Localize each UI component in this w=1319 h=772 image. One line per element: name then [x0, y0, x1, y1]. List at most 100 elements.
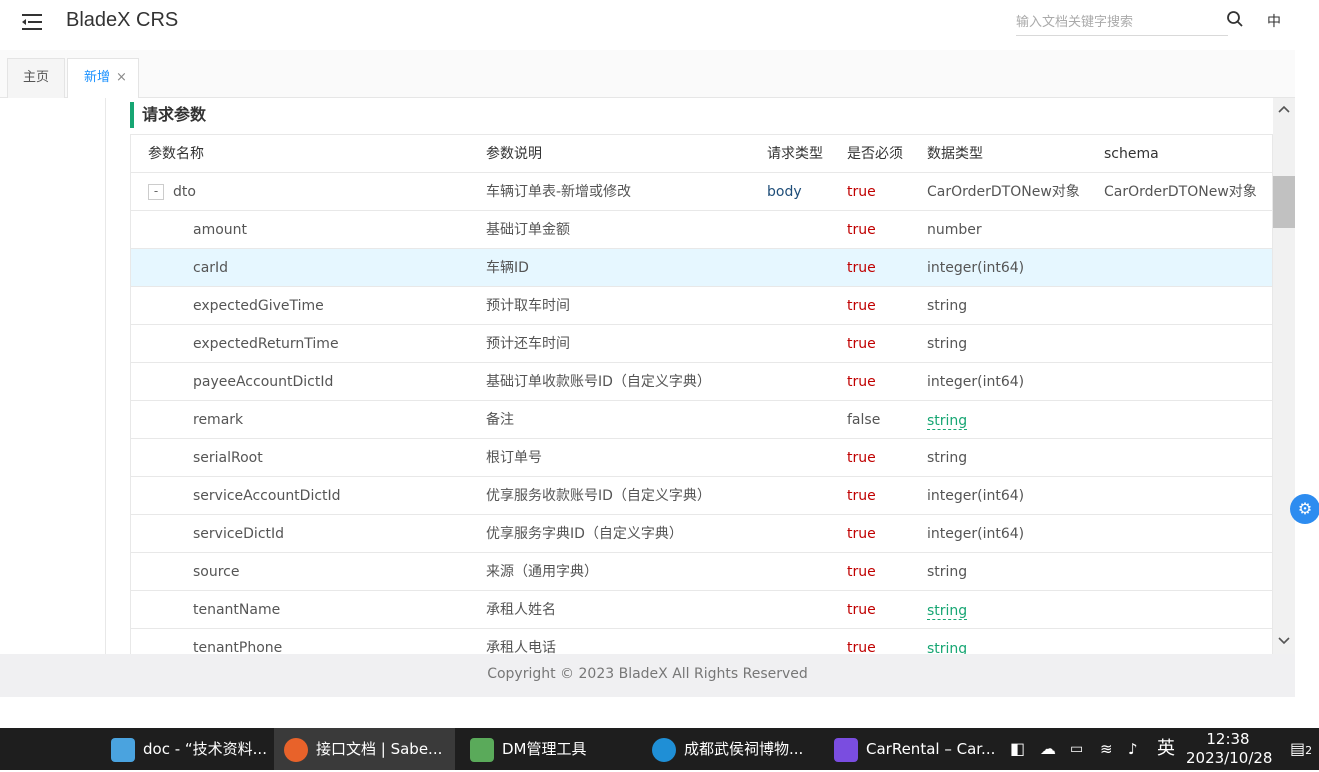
- edge-icon: [652, 737, 676, 762]
- param-name: tenantName: [193, 602, 281, 618]
- footer: Copyright © 2023 BladeX All Rights Reser…: [0, 654, 1295, 697]
- param-name: source: [193, 564, 240, 580]
- scroll-down-icon[interactable]: [1278, 636, 1290, 646]
- system-clock[interactable]: 12:38 2023/10/28: [1186, 730, 1273, 768]
- param-type: integer(int64): [927, 488, 1025, 504]
- param-schema[interactable]: CarOrderDTONew对象: [1104, 173, 1257, 211]
- col-desc-header: 参数说明: [486, 146, 542, 162]
- param-name: carId: [193, 260, 229, 276]
- app-title: BladeX CRS: [66, 9, 179, 31]
- copyright-text: Copyright © 2023 BladeX All Rights Reser…: [487, 666, 808, 682]
- param-name: remark: [193, 412, 244, 428]
- notification-icon[interactable]: ▤2: [1290, 728, 1312, 770]
- table-row: amount 基础订单金额 true number: [131, 211, 1272, 249]
- search-icon[interactable]: [1226, 10, 1244, 28]
- param-desc: 承租人电话: [486, 640, 556, 654]
- top-header: BladeX CRS 中: [0, 0, 1295, 50]
- doc-content: 请求参数 参数名称 参数说明 请求类型 是否必须 数据类型 schema - d…: [107, 98, 1273, 654]
- folder-icon: [111, 737, 135, 762]
- windows-taskbar: doc - “技术资料... 接口文档 | Sabe... DM管理工具 成都武…: [0, 728, 1319, 770]
- param-desc: 优享服务字典ID（自定义字典）: [486, 526, 683, 542]
- param-desc: 预计取车时间: [486, 298, 570, 314]
- volume-icon[interactable]: ♪: [1128, 728, 1138, 770]
- task-label: 接口文档 | Sabe...: [316, 740, 443, 758]
- param-required: true: [847, 374, 876, 390]
- taskbar-item-idea[interactable]: CarRental – Car...: [826, 728, 998, 770]
- intellij-icon: [834, 737, 858, 762]
- right-edge: [1295, 0, 1319, 728]
- taskbar-item-firefox[interactable]: 接口文档 | Sabe...: [274, 728, 455, 770]
- table-row: carId 车辆ID true integer(int64): [131, 249, 1272, 287]
- tab-close-icon[interactable]: ×: [116, 59, 127, 97]
- task-label: doc - “技术资料...: [143, 740, 267, 758]
- tab-new[interactable]: 新增 ×: [67, 58, 139, 99]
- param-name: amount: [193, 222, 248, 238]
- param-type: string: [927, 450, 968, 466]
- battery-icon[interactable]: ▭: [1070, 728, 1083, 770]
- vertical-scrollbar[interactable]: [1273, 98, 1295, 654]
- scrollbar-thumb[interactable]: [1273, 176, 1295, 228]
- table-row: serialRoot 根订单号 true string: [131, 439, 1272, 477]
- section-title: 请求参数: [130, 102, 206, 128]
- param-name: serviceDictId: [193, 526, 285, 542]
- param-type: integer(int64): [927, 526, 1025, 542]
- param-type: number: [927, 222, 982, 238]
- ime-indicator[interactable]: 英: [1157, 728, 1175, 770]
- param-required: true: [847, 222, 876, 238]
- language-switch[interactable]: 中: [1267, 11, 1281, 31]
- col-type-header: 数据类型: [927, 146, 983, 162]
- param-name: tenantPhone: [193, 640, 283, 654]
- collapse-toggle[interactable]: -: [148, 184, 164, 200]
- notification-count: 2: [1305, 744, 1313, 757]
- param-desc: 车辆ID: [486, 260, 529, 276]
- param-type[interactable]: string: [927, 603, 968, 620]
- param-type: integer(int64): [927, 374, 1025, 390]
- taskbar-item-doc[interactable]: doc - “技术资料...: [103, 728, 271, 770]
- param-required: true: [847, 488, 876, 504]
- settings-gear-icon[interactable]: ⚙: [1290, 494, 1319, 524]
- param-desc: 根订单号: [486, 450, 542, 466]
- table-row: remark 备注 false string: [131, 401, 1272, 439]
- param-required: true: [847, 336, 876, 352]
- table-row: source 来源（通用字典） true string: [131, 553, 1272, 591]
- task-label: 成都武侯祠博物...: [684, 740, 804, 758]
- tray-app-icon[interactable]: ◧: [1010, 728, 1025, 770]
- param-desc: 预计还车时间: [486, 336, 570, 352]
- param-type[interactable]: string: [927, 641, 967, 654]
- tab-home[interactable]: 主页: [7, 58, 65, 98]
- param-type: string: [927, 336, 968, 352]
- table-row: serviceAccountDictId 优享服务收款账号ID（自定义字典） tru…: [131, 477, 1272, 515]
- menu-toggle-icon[interactable]: [20, 11, 44, 33]
- param-name: expectedGiveTime: [193, 298, 324, 314]
- params-table: 参数名称 参数说明 请求类型 是否必须 数据类型 schema - dto 车辆…: [130, 134, 1273, 654]
- param-type[interactable]: string: [927, 413, 968, 430]
- param-required: true: [847, 450, 876, 466]
- scroll-up-icon[interactable]: [1278, 104, 1290, 114]
- param-type: string: [927, 298, 968, 314]
- col-name-header: 参数名称: [148, 146, 204, 162]
- table-row: tenantName 承租人姓名 true string: [131, 591, 1272, 629]
- taskbar-item-edge[interactable]: 成都武侯祠博物...: [644, 728, 814, 770]
- param-required: true: [847, 640, 876, 654]
- taskbar-item-dm[interactable]: DM管理工具: [462, 728, 622, 770]
- left-pane: [0, 98, 106, 654]
- task-label: CarRental – Car...: [866, 740, 996, 758]
- search-input[interactable]: [1016, 8, 1228, 34]
- param-name: serialRoot: [193, 450, 263, 466]
- firefox-icon: [284, 737, 308, 762]
- database-icon: [470, 737, 494, 762]
- app-window: BladeX CRS 中 主页 新增 × 请求参数 参数名称 参数说明 请求类型 …: [0, 0, 1295, 697]
- param-name: expectedReturnTime: [193, 336, 339, 352]
- clock-date: 2023/10/28: [1186, 749, 1273, 767]
- wechat-icon[interactable]: ☁: [1040, 728, 1056, 770]
- tab-bar: 主页 新增 ×: [0, 50, 1295, 99]
- table-row: expectedReturnTime 预计还车时间 true string: [131, 325, 1272, 363]
- col-schema-header: schema: [1104, 146, 1159, 162]
- param-type: string: [927, 564, 968, 580]
- table-row: tenantPhone 承租人电话 true string: [131, 629, 1272, 654]
- param-type: CarOrderDTONew对象: [927, 184, 1080, 200]
- wifi-icon[interactable]: ≋: [1100, 728, 1113, 770]
- tab-new-label: 新增: [84, 70, 111, 85]
- param-desc: 基础订单金额: [486, 222, 570, 238]
- param-name: serviceAccountDictId: [193, 488, 341, 504]
